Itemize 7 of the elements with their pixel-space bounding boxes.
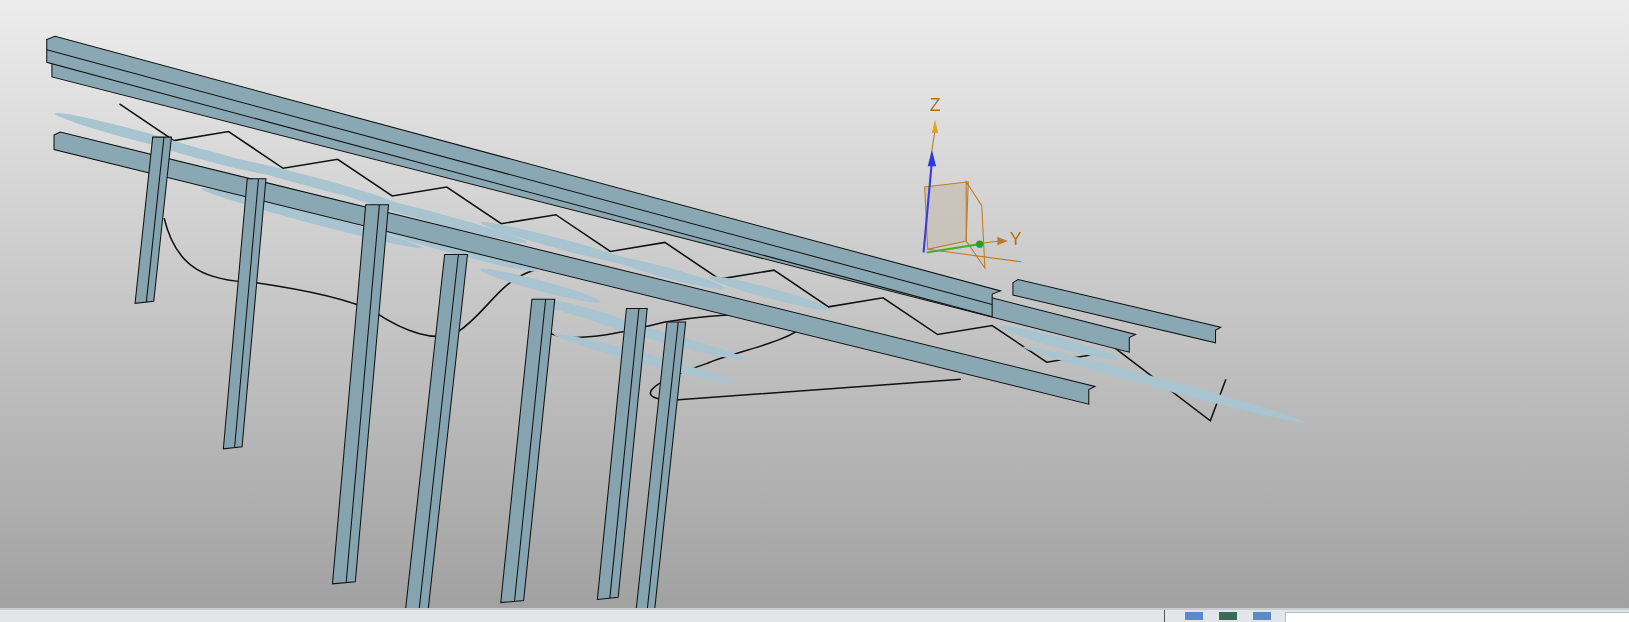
status-icon[interactable] xyxy=(1253,610,1271,620)
status-icon[interactable] xyxy=(1185,610,1203,620)
axis-label: Z xyxy=(929,95,941,116)
status-icon[interactable] xyxy=(1219,610,1237,620)
axis-triad-drawing[interactable] xyxy=(922,119,1022,270)
3d-viewport[interactable]: Z Y xyxy=(0,0,1629,608)
axis-label: Y xyxy=(1009,229,1022,250)
